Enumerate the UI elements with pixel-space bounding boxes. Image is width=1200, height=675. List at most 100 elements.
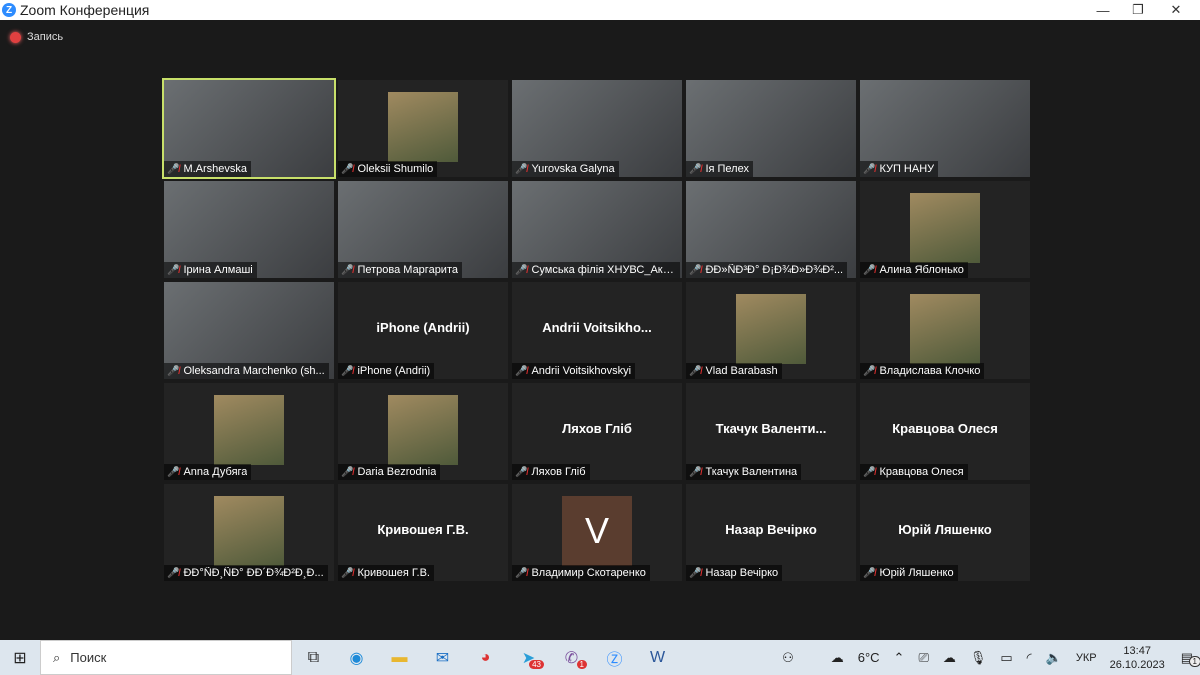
participant-label: 🎤̸ Ляхов Гліб	[512, 464, 590, 480]
muted-mic-icon: 🎤̸	[863, 466, 876, 478]
participant-tile[interactable]: 🎤̸ Oleksandra Marchenko (sh...	[164, 282, 334, 379]
muted-mic-icon: 🎤̸	[167, 567, 180, 579]
participant-label: 🎤̸ Кравцова Олеся	[860, 464, 968, 480]
participant-label: 🎤̸ Владислава Клочко	[860, 363, 985, 379]
maximize-button[interactable]: ❐	[1120, 0, 1156, 20]
participant-label: 🎤̸ Andrii Voitsikhovskyi	[512, 363, 636, 379]
zoom-taskbar-icon[interactable]: Ⓩ	[593, 646, 636, 670]
wifi-icon[interactable]: ◜	[1027, 650, 1032, 666]
viber-badge: 1	[576, 659, 587, 669]
battery-icon[interactable]: ▭	[1000, 650, 1012, 666]
participant-label: 🎤̸ Ірина Алмаші	[164, 262, 257, 278]
mail-icon[interactable]: ✉	[421, 648, 464, 668]
participant-tile[interactable]: 🎤̸ Yurovska Galyna	[512, 80, 682, 177]
participant-name: ÐÐ°ÑÐ¸ÑÐ° ÐÐ´Ð¾Ð²Ð¸Ð...	[183, 567, 324, 579]
profile-picture	[910, 294, 980, 364]
participant-tile[interactable]: 🎤̸ Сумська філія ХНУВС_Акад...	[512, 181, 682, 278]
close-button[interactable]: ✕	[1158, 0, 1194, 20]
chrome-icon[interactable]: ◕	[464, 649, 507, 667]
participant-label: 🎤̸ Vlad Barabash	[686, 363, 782, 379]
muted-mic-icon: 🎤̸	[167, 264, 180, 276]
muted-mic-icon: 🎤̸	[863, 163, 876, 175]
onedrive-icon[interactable]: ☁	[943, 650, 956, 666]
participant-name: Ірина Алмаші	[183, 264, 253, 276]
minimize-button[interactable]: —	[1085, 0, 1121, 20]
participant-label: 🎤̸ КУП НАНУ	[860, 161, 939, 177]
muted-mic-icon: 🎤̸	[167, 365, 180, 377]
profile-picture	[388, 92, 458, 162]
muted-mic-icon: 🎤̸	[341, 466, 354, 478]
participant-name-large: Ляхов Гліб	[562, 421, 632, 436]
edge-icon[interactable]: ◉	[335, 648, 378, 668]
participant-label: 🎤̸ Ія Пелех	[686, 161, 753, 177]
camera-icon[interactable]: ⎚	[918, 650, 928, 666]
participant-name-large: Назар Вечірко	[725, 522, 817, 537]
participant-tile[interactable]: 🎤̸ Петрова Маргарита	[338, 181, 508, 278]
avatar-initial: V	[562, 496, 632, 566]
file-explorer-icon[interactable]: ▬	[378, 649, 421, 667]
participant-name: КУП НАНУ	[879, 163, 935, 175]
participant-tile[interactable]: Ляхов Гліб 🎤̸ Ляхов Гліб	[512, 383, 682, 480]
participant-tile[interactable]: Назар Вечірко 🎤̸ Назар Вечірко	[686, 484, 856, 581]
notifications-icon[interactable]: ▤ 1	[1181, 650, 1200, 667]
clock[interactable]: 13:47 26.10.2023	[1110, 644, 1165, 672]
microphone-icon[interactable]: 🎙	[970, 650, 987, 666]
time: 13:47	[1123, 644, 1151, 657]
participant-tile[interactable]: Юрій Ляшенко 🎤̸ Юрій Ляшенко	[860, 484, 1030, 581]
participant-label: 🎤̸ Юрій Ляшенко	[860, 565, 958, 581]
show-hidden-icons[interactable]: ⌃	[894, 650, 905, 666]
profile-picture	[214, 496, 284, 566]
recording-indicator[interactable]: Запись	[10, 31, 63, 43]
participant-name: Юрій Ляшенко	[879, 567, 954, 579]
participant-tile[interactable]: V 🎤̸ Владимир Скотаренко	[512, 484, 682, 581]
participant-tile[interactable]: 🎤̸ Владислава Клочко	[860, 282, 1030, 379]
volume-icon[interactable]: 🔈	[1046, 650, 1062, 666]
participant-name: Andrii Voitsikhovskyi	[531, 365, 632, 377]
muted-mic-icon: 🎤̸	[341, 163, 354, 175]
participant-name-large: Юрій Ляшенко	[898, 522, 992, 537]
participant-tile[interactable]: 🎤̸ Daria Bezrodnia	[338, 383, 508, 480]
windows-start-icon[interactable]: ⊞	[0, 648, 40, 668]
participant-tile[interactable]: 🎤̸ КУП НАНУ	[860, 80, 1030, 177]
participant-label: 🎤̸ M.Arshevska	[164, 161, 252, 177]
people-icon[interactable]: ⚇	[782, 650, 794, 666]
participant-name: Oleksii Shumilo	[357, 163, 434, 175]
profile-picture	[388, 395, 458, 465]
date: 26.10.2023	[1109, 658, 1165, 671]
profile-picture	[736, 294, 806, 364]
taskbar-search[interactable]: ⌕ Поиск	[40, 640, 292, 675]
participant-label: 🎤̸ Daria Bezrodnia	[338, 464, 441, 480]
participant-name-large: Ткачук Валенти...	[715, 421, 827, 436]
participant-name-large: iPhone (Andrii)	[376, 320, 470, 335]
telegram-icon[interactable]: ➤ 43	[507, 648, 550, 669]
participant-tile[interactable]: 🎤̸ Oleksii Shumilo	[338, 80, 508, 177]
weather-temp[interactable]: 6°C	[858, 650, 880, 665]
participant-name: Владимир Скотаренко	[531, 567, 646, 579]
participant-label: 🎤̸ Oleksandra Marchenko (sh...	[164, 363, 329, 379]
participant-name: Ія Пелех	[705, 163, 749, 175]
participant-tile[interactable]: 🎤̸ ÐÐ»ÑÐ³Ð° Ð¡Ð¾Ð»Ð¾Ð²...	[686, 181, 856, 278]
participant-tile[interactable]: 🎤̸ M.Arshevska	[162, 78, 336, 179]
language-indicator[interactable]: УКР	[1076, 652, 1097, 664]
participant-tile[interactable]: 🎤̸ Алина Яблонько	[860, 181, 1030, 278]
participant-tile[interactable]: 🎤̸ Ірина Алмаші	[164, 181, 334, 278]
participant-tile[interactable]: Кривошея Г.В. 🎤̸ Кривошея Г.В.	[338, 484, 508, 581]
participant-tile[interactable]: iPhone (Andrii) 🎤̸ iPhone (Andrii)	[338, 282, 508, 379]
task-view-icon[interactable]: ⧉	[292, 649, 335, 667]
participant-tile[interactable]: 🎤̸ Ія Пелех	[686, 80, 856, 177]
participant-tile[interactable]: Ткачук Валенти... 🎤̸ Ткачук Валентина	[686, 383, 856, 480]
telegram-badge: 43	[529, 659, 544, 669]
participant-tile[interactable]: Andrii Voitsikho... 🎤̸ Andrii Voitsikhovsk…	[512, 282, 682, 379]
weather-icon[interactable]: ☁	[831, 650, 844, 666]
participant-tile[interactable]: Кравцова Олеся 🎤̸ Кравцова Олеся	[860, 383, 1030, 480]
participant-label: 🎤̸ Anna Дубяга	[164, 464, 252, 480]
word-icon[interactable]: W	[636, 649, 679, 667]
participant-name: Anna Дубяга	[183, 466, 248, 478]
muted-mic-icon: 🎤̸	[689, 163, 702, 175]
muted-mic-icon: 🎤̸	[167, 163, 180, 175]
participant-tile[interactable]: 🎤̸ Anna Дубяга	[164, 383, 334, 480]
participant-tile[interactable]: 🎤̸ ÐÐ°ÑÐ¸ÑÐ° ÐÐ´Ð¾Ð²Ð¸Ð...	[164, 484, 334, 581]
participant-tile[interactable]: 🎤̸ Vlad Barabash	[686, 282, 856, 379]
participant-name: Владислава Клочко	[879, 365, 981, 377]
viber-icon[interactable]: ✆ 1	[550, 648, 593, 669]
